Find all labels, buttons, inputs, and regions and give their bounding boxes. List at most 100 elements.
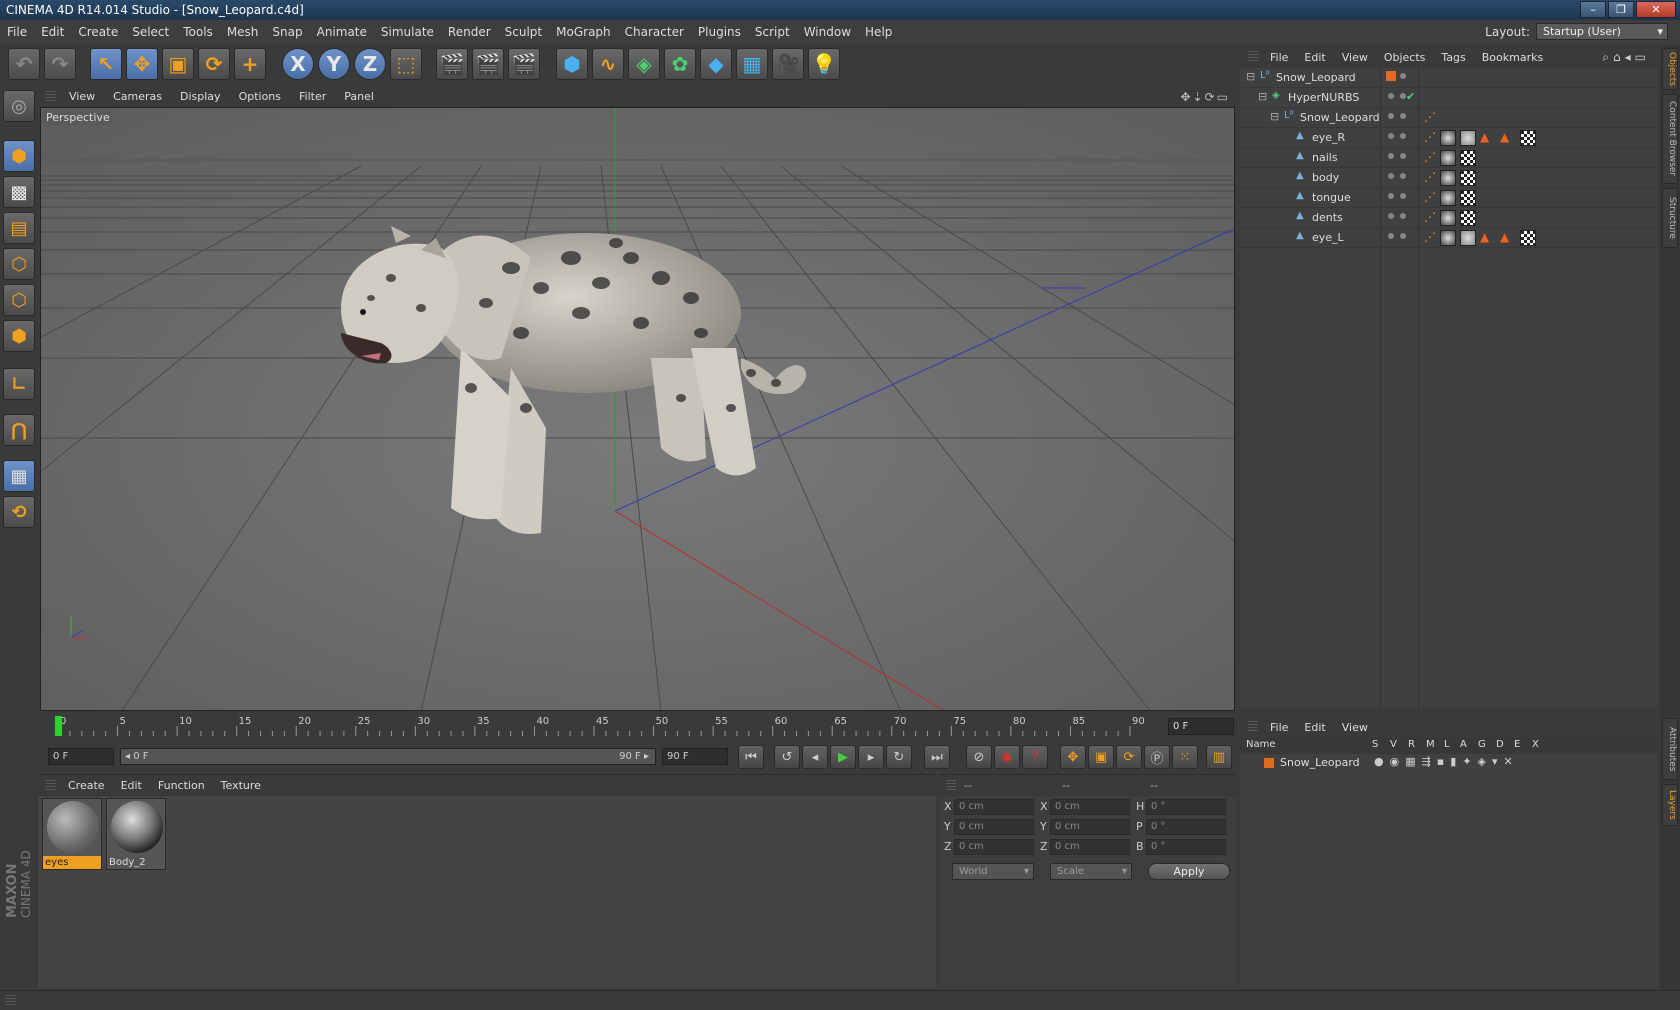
object-row[interactable]: ⊟ L⁰ Snow_Leopard ⋰ [1240,108,1658,128]
spline-button[interactable]: ∿ [592,48,624,80]
tab-objects[interactable]: Objects [1662,48,1678,90]
tag-icon[interactable]: ▲ [1480,230,1489,244]
texture-tag-icon[interactable] [1460,190,1476,206]
lock-workplane-button[interactable]: ▦ [3,460,35,492]
visibility-dot[interactable] [1400,153,1406,159]
menu-mograph[interactable]: MoGraph [549,25,618,39]
key-scale-button[interactable]: ▣ [1088,745,1114,769]
tab-content-browser[interactable]: Content Browser [1662,94,1678,184]
rotation-h-field[interactable]: 0 ° [1146,799,1226,815]
menu-simulate[interactable]: Simulate [374,25,441,39]
collapse-icon[interactable]: ⊟ [1270,110,1279,123]
material-menu-function[interactable]: Function [150,779,213,792]
visibility-dot[interactable] [1388,93,1394,99]
layer-flag-icons[interactable]: ●◉▦⇶▪▮✦◈▾✕ [1374,755,1519,768]
object-row[interactable]: ▲ eye_L ⋰ ▲ ▲ [1240,228,1658,248]
texture-mode-button[interactable]: ▩ [3,176,35,208]
x-axis-button[interactable]: X [282,48,314,80]
axis-mode-button[interactable]: ∟ [3,368,35,400]
floor-button[interactable]: ▦ [736,48,768,80]
light-button[interactable]: 💡 [808,48,840,80]
render-settings-button[interactable]: 🎬 [508,48,540,80]
menu-help[interactable]: Help [858,25,899,39]
go-to-end-button[interactable]: ⏭ [924,745,950,769]
visibility-dot[interactable] [1388,173,1394,179]
redo-button[interactable]: ↷ [44,48,76,80]
material-menu-create[interactable]: Create [60,779,113,792]
make-editable-button[interactable]: ◎ [3,90,35,122]
visibility-dot[interactable] [1400,233,1406,239]
coordinate-system-button[interactable]: ⬚ [390,48,422,80]
layers-menu-file[interactable]: File [1262,721,1296,734]
object-row[interactable]: ▲ eye_R ⋰ ▲ ▲ [1240,128,1658,148]
timeline[interactable]: 0 5 10 15 20 25 30 35 40 45 50 55 60 65 70 75 80 85 90 0 F [38,712,1238,742]
viewport-menu-panel[interactable]: Panel [335,90,383,103]
minimize-button[interactable]: – [1580,1,1606,18]
render-view-button[interactable]: 🎬 [436,48,468,80]
objects-menu-file[interactable]: File [1262,51,1296,64]
size-z-field[interactable]: 0 cm [1050,839,1130,855]
visibility-dot[interactable] [1388,193,1394,199]
texture-tag-icon[interactable] [1460,170,1476,186]
cube-button[interactable]: ⬢ [556,48,588,80]
objects-menu-bookmarks[interactable]: Bookmarks [1474,51,1551,64]
viewport-menu-options[interactable]: Options [230,90,290,103]
material-tag-icon[interactable] [1440,190,1456,206]
autokey-button[interactable]: ◉ [994,745,1020,769]
object-row[interactable]: ⊟ L⁰ Snow_Leopard [1240,68,1658,88]
edges-mode-button[interactable]: ⬡ [3,284,35,316]
enabled-check-icon[interactable]: ✔ [1406,90,1415,103]
phong-tag-icon[interactable]: ⋰ [1424,150,1436,164]
y-axis-button[interactable]: Y [318,48,350,80]
layers-menu-view[interactable]: View [1334,721,1376,734]
timeline-ruler[interactable]: 0 5 10 15 20 25 30 35 40 45 50 55 60 65 70 75 80 85 90 [50,714,1160,738]
objects-menu-objects[interactable]: Objects [1376,51,1434,64]
nurbs-button[interactable]: ◈ [628,48,660,80]
material-tag-icon[interactable] [1440,170,1456,186]
next-frame-button[interactable]: ▸ [858,745,884,769]
menu-file[interactable]: File [0,25,34,39]
material-menu-edit[interactable]: Edit [113,779,150,792]
rotate-button[interactable]: ⟳ [198,48,230,80]
polygons-mode-button[interactable]: ⬢ [3,320,35,352]
phong-tag-icon[interactable]: ⋰ [1424,170,1436,184]
preview-range-slider[interactable]: ◂ 0 F 90 F ▸ [120,748,656,765]
material-tag-icon[interactable] [1460,130,1476,146]
end-frame-field[interactable]: 90 F [662,748,728,765]
visibility-dot[interactable] [1388,233,1394,239]
material-tag-icon[interactable] [1460,230,1476,246]
play-button[interactable]: ▶ [830,745,856,769]
size-mode-dropdown[interactable]: Scale ▾ [1050,863,1132,880]
z-axis-button[interactable]: Z [354,48,386,80]
visibility-dot[interactable] [1400,193,1406,199]
live-selection-button[interactable]: ↖ [90,48,122,80]
viewport-menu-view[interactable]: View [60,90,104,103]
phong-tag-icon[interactable]: ⋰ [1424,130,1436,144]
objects-menu-edit[interactable]: Edit [1296,51,1333,64]
layers-menu-edit[interactable]: Edit [1296,721,1333,734]
planar-workplane-button[interactable]: ⟲ [3,496,35,528]
menu-script[interactable]: Script [748,25,797,39]
render-picture-viewer-button[interactable]: 🎬 [472,48,504,80]
move-button[interactable]: ✥ [126,48,158,80]
viewport-menu-filter[interactable]: Filter [290,90,335,103]
object-row[interactable]: ▲ body ⋰ [1240,168,1658,188]
menu-plugins[interactable]: Plugins [691,25,748,39]
position-z-field[interactable]: 0 cm [954,839,1034,855]
collapse-icon[interactable]: ⊟ [1246,70,1255,83]
visibility-dot[interactable] [1388,153,1394,159]
layer-row[interactable]: Snow_Leopard ●◉▦⇶▪▮✦◈▾✕ [1240,755,1658,771]
texture-tag-icon[interactable] [1520,130,1536,146]
viewport-menu-cameras[interactable]: Cameras [104,90,171,103]
object-row[interactable]: ▲ tongue ⋰ [1240,188,1658,208]
add-button[interactable]: + [234,48,266,80]
menu-tools[interactable]: Tools [176,25,220,39]
material-eyes[interactable]: eyes [42,798,102,870]
keyframe-selection-button[interactable]: ? [1022,745,1048,769]
current-frame-field[interactable]: 0 F [1168,718,1234,735]
menu-render[interactable]: Render [441,25,498,39]
menu-window[interactable]: Window [797,25,858,39]
key-pla-button[interactable]: ⁙ [1172,745,1198,769]
material-menu-texture[interactable]: Texture [213,779,269,792]
previous-frame-button[interactable]: ◂ [802,745,828,769]
